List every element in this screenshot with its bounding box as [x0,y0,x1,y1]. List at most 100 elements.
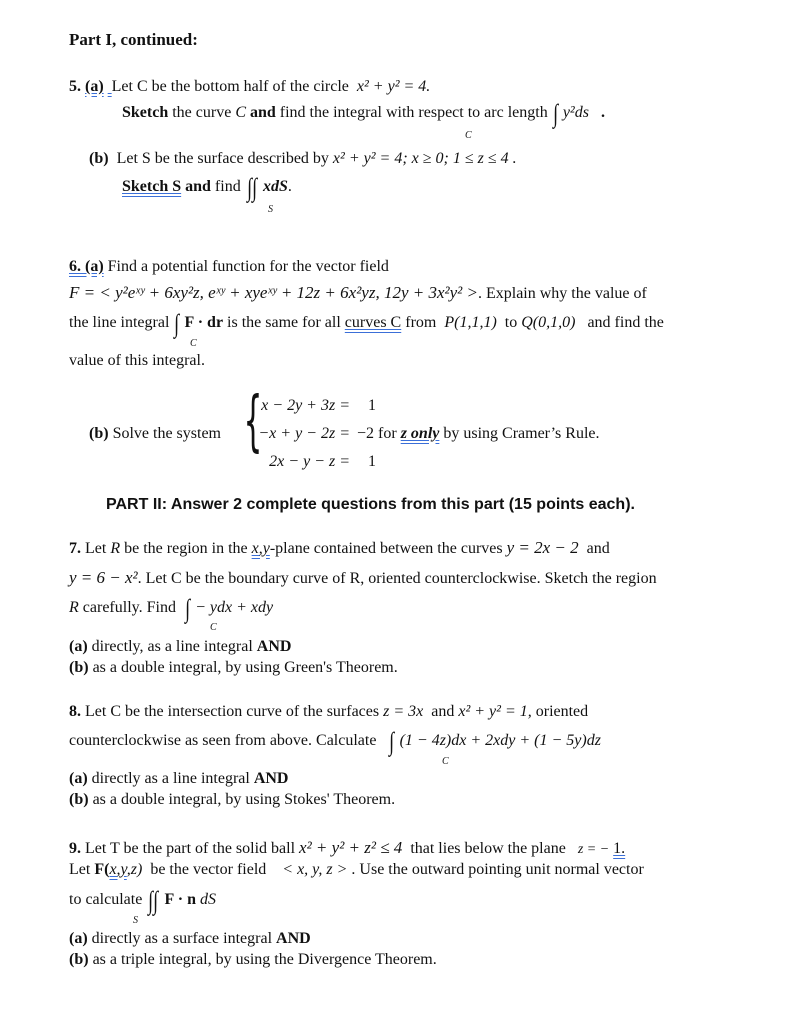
ball-inequality: x² + y² + z² ≤ 4 [299,838,403,857]
part-label: (b) [89,150,109,167]
point-p: P(1,1,1) [444,314,497,331]
page-title: Part I, continued: [69,30,198,49]
vector-field: < x, y, z > [282,861,348,878]
text: the line integral [69,314,170,331]
text: curves C [344,314,402,331]
question-7-line3: R carefully. Find ∫ − ydx + xdy [69,594,274,623]
point-q: Q(0,1,0) [521,314,576,331]
text: and [431,703,455,720]
text: . Explain why the value of [477,285,647,302]
text: as a triple integral, by using the Diver… [92,951,437,968]
question-text: Find a potential function for the vector… [107,258,389,275]
text: find the integral with respect to arc le… [279,104,548,121]
text: from [405,314,437,331]
integrand: F · n [164,891,196,908]
curve-1: y = 2x − 2 [506,538,579,557]
question-5a: 5. (a) Let C be the bottom half of the c… [69,78,430,96]
question-7b: (b) as a double integral, by using Green… [69,659,398,677]
bold-text: and [185,178,211,195]
integrand: y²ds [562,104,589,121]
integrand: F · dr [184,314,224,331]
part-label: (a) [69,638,88,655]
text: Let [69,861,91,878]
vector-field: F = < y²eˣʸ + 6xy²z, eˣʸ + xyeˣʸ + 12z +… [69,283,478,302]
part-label: (a) [69,930,88,947]
line-integral-line: the line integral ∫ F · dr is the same f… [69,309,664,338]
question-9b: (b) as a triple integral, by using the D… [69,951,437,969]
bold-text: and [249,104,276,121]
text: directly as a line integral [91,770,250,787]
question-8: 8. Let C be the intersection curve of th… [69,703,588,721]
curve-2: y = 6 − x² [69,568,138,587]
plane: z = − [577,842,610,857]
text: to [504,314,518,331]
question-8a: (a) directly as a line integral AND [69,770,288,788]
text: x,y [109,861,127,878]
text: and find the [587,314,664,331]
rhs-1: 1 [368,397,376,414]
bold-text: AND [256,638,292,655]
system-eq-3: 2x − y − z = [269,453,350,470]
question-number: 9. [69,840,81,857]
question-5a-line2: Sketch the curve C and find the integral… [122,99,605,128]
text: find [214,178,241,195]
text: directly as a surface integral [91,930,273,947]
text: by using Cramer’s Rule. [443,425,600,442]
part-label: (b) [69,791,89,808]
bold-text: AND [253,770,289,787]
text: carefully. Find [82,599,176,616]
question-text: Solve the system [112,425,221,442]
rhs-3: 1 [368,453,376,470]
integral-subscript: C [210,622,217,633]
vector-field-line: F = < y²eˣʸ + 6xy²z, eˣʸ + xyeˣʸ + 12z +… [69,283,647,303]
part-label: (b) [69,951,89,968]
text: as a double integral, by using Stokes' T… [92,791,396,808]
text: oriented [535,703,589,720]
text: Let [85,540,107,557]
question-number: 8. [69,703,81,720]
question-text: Let S be the surface described by [116,150,329,167]
part-label: (a) [69,770,88,787]
text: F( [94,861,110,878]
question-7a: (a) directly, as a line integral AND [69,638,291,656]
text: . Let C be the boundary curve of R, orie… [137,570,657,587]
surface-2: x² + y² = 1, [458,703,532,720]
text: and [586,540,610,557]
question-9: 9. Let T be the part of the solid ball x… [69,838,625,858]
integral-subscript: S [268,204,273,215]
question-9-line3: to calculate ∫∫ F · n dS [69,886,216,915]
rhs-2: −2 [357,425,375,442]
question-8b: (b) as a double integral, by using Stoke… [69,791,395,809]
text: R [110,540,121,557]
question-5b: (b) Let S be the surface described by x²… [89,150,517,168]
integral-subscript: S [133,915,138,926]
text: C [235,104,246,121]
question-number: 5. [69,78,81,95]
integrand: dS [199,891,216,908]
integrand: xdS [262,178,288,195]
bold-text: Sketch S [122,178,182,195]
question-text: Let C be the bottom half of the circle [111,78,349,95]
question-number: 7. [69,540,81,557]
question-7-line2: y = 6 − x². Let C be the boundary curve … [69,568,657,588]
equation: x² + y² = 4. [356,78,431,95]
part-label: (a) [85,78,104,95]
text: z only [400,425,440,442]
bold-text: AND [276,930,311,947]
system-eq-2: −x + y − 2z = [258,425,350,442]
question-number: 6. (a) [69,258,104,275]
text: the curve [172,104,232,121]
text: counterclockwise as seen from above. Cal… [69,732,377,749]
text: be the vector field [150,861,267,878]
plane-value: 1. [613,840,626,857]
question-6b-rhs-line: −2 for z only by using Cramer’s Rule. [357,425,600,443]
text: as a double integral, by using Green's T… [92,659,398,676]
text: ,z) [126,861,143,878]
surface-1: z = 3x [383,703,424,720]
question-7: 7. Let R be the region in the x,y-plane … [69,538,610,558]
text: to calculate [69,891,143,908]
text: R [69,599,79,616]
question-6a: 6. (a) Find a potential function for the… [69,258,389,276]
question-6b: (b) Solve the system [89,425,221,443]
text: Let C be the intersection curve of the s… [85,703,380,720]
